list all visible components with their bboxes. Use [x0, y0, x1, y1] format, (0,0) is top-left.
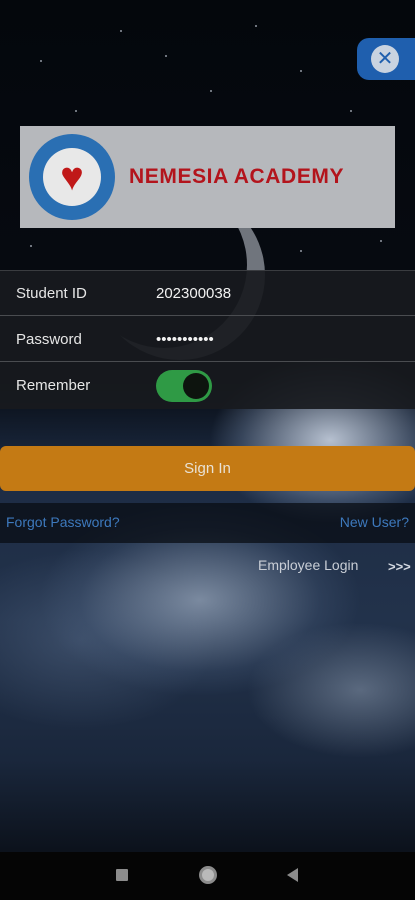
star: [350, 110, 352, 112]
student-id-input[interactable]: 202300038: [156, 285, 231, 302]
brand-name: NEMESIA ACADEMY: [129, 165, 345, 188]
star: [30, 245, 32, 247]
academy-seal-icon: ♥: [29, 134, 115, 220]
star: [40, 60, 42, 62]
remember-label: Remember: [16, 377, 91, 394]
square-icon[interactable]: [116, 869, 128, 881]
star: [75, 110, 77, 112]
password-row: Password •••••••••••: [0, 317, 415, 362]
star: [120, 30, 122, 32]
academy-logo-banner: ♥ NEMESIA ACADEMY: [20, 126, 395, 228]
close-icon: ✕: [371, 45, 399, 73]
star: [210, 90, 212, 92]
new-user-link[interactable]: New User?: [340, 514, 409, 530]
links-bar: Forgot Password? New User?: [0, 503, 415, 543]
star: [300, 250, 302, 252]
circle-home-icon[interactable]: [199, 866, 217, 884]
remember-row: Remember: [0, 363, 415, 408]
star: [165, 55, 167, 57]
student-id-row: Student ID 202300038: [0, 271, 415, 316]
sign-in-button[interactable]: Sign In: [0, 446, 415, 491]
heart-icon: ♥: [60, 155, 84, 199]
forgot-password-link[interactable]: Forgot Password?: [6, 514, 120, 530]
star: [255, 25, 257, 27]
remember-toggle[interactable]: [156, 370, 212, 402]
star: [380, 240, 382, 242]
toggle-knob: [183, 373, 209, 399]
system-nav-bar: [0, 852, 415, 900]
password-input[interactable]: •••••••••••: [156, 331, 214, 348]
employee-login-arrows[interactable]: >>>: [388, 559, 411, 574]
triangle-back-icon[interactable]: [287, 868, 298, 882]
employee-login-link[interactable]: Employee Login: [258, 557, 358, 573]
star: [300, 70, 302, 72]
student-id-label: Student ID: [16, 284, 87, 302]
password-label: Password: [16, 330, 82, 348]
login-form: Student ID 202300038 Password ••••••••••…: [0, 270, 415, 409]
close-button[interactable]: ✕: [357, 38, 415, 80]
